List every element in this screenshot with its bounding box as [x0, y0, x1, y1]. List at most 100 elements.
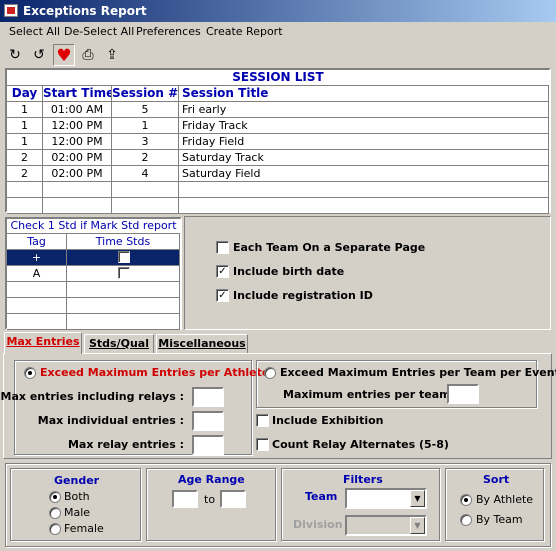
- incl-relays-label: Max entries including relays :: [0, 390, 184, 403]
- table-cell[interactable]: 01:00 AM: [43, 102, 112, 118]
- column-header: Session #: [112, 86, 179, 102]
- column-header: Session Title: [179, 86, 549, 102]
- individual-input[interactable]: [192, 411, 224, 431]
- gender-radio[interactable]: [49, 507, 61, 519]
- toolbar: ↻ ↺ ♥ ⎙ ⇪: [0, 43, 556, 67]
- table-cell[interactable]: 1: [7, 118, 43, 134]
- individual-label: Max individual entries :: [37, 414, 184, 427]
- empty-cell: [7, 282, 67, 298]
- table-cell[interactable]: 5: [112, 102, 179, 118]
- menu-deselect-all[interactable]: De-Select All: [64, 25, 134, 38]
- page-option-checkbox[interactable]: ✓: [216, 289, 229, 302]
- table-cell[interactable]: Saturday Field: [179, 166, 549, 182]
- time-std-cell[interactable]: [67, 266, 180, 282]
- title-bar: Exceptions Report: [0, 0, 556, 22]
- time-std-checkbox[interactable]: [118, 267, 130, 279]
- session-list-title: SESSION LIST: [7, 70, 549, 86]
- table-cell[interactable]: 12:00 PM: [43, 134, 112, 150]
- include-exhibition-checkbox[interactable]: [256, 414, 269, 427]
- window-title: Exceptions Report: [23, 4, 147, 18]
- tab-miscellaneous[interactable]: Miscellaneous: [156, 334, 248, 354]
- table-cell[interactable]: 4: [112, 166, 179, 182]
- column-header: Start Time: [43, 86, 112, 102]
- std-grid[interactable]: Check 1 Std if Mark Std report Tag Time S…: [5, 217, 182, 330]
- time-std-checkbox[interactable]: [118, 251, 130, 263]
- table-cell[interactable]: 1: [112, 118, 179, 134]
- table-cell[interactable]: Fri early: [179, 102, 549, 118]
- page-option-label: Each Team On a Separate Page: [233, 241, 426, 254]
- std-grid-title: Check 1 Std if Mark Std report: [7, 219, 180, 234]
- relay-input[interactable]: [192, 435, 224, 455]
- empty-cell: [67, 298, 180, 314]
- menu-preferences[interactable]: Preferences: [136, 25, 201, 38]
- gender-title: Gender: [54, 474, 100, 487]
- age-range-title: Age Range: [178, 473, 245, 486]
- printer-icon[interactable]: ⎙: [77, 44, 99, 66]
- gender-label: Female: [64, 522, 104, 535]
- empty-cell: [43, 198, 112, 214]
- chevron-down-icon: ▼: [410, 490, 425, 507]
- exceed-team-label: Exceed Maximum Entries per Team per Even…: [280, 366, 556, 379]
- exceed-athlete-radio[interactable]: [24, 367, 36, 379]
- count-relay-alternates-checkbox[interactable]: [256, 438, 269, 451]
- exceed-athlete-label: Exceed Maximum Entries per Athlete: [40, 366, 270, 379]
- per-team-input[interactable]: [447, 384, 479, 404]
- table-cell[interactable]: 1: [7, 102, 43, 118]
- empty-cell: [112, 198, 179, 214]
- age-from-input[interactable]: [172, 490, 198, 508]
- redo-icon[interactable]: ↻: [4, 44, 26, 66]
- table-cell[interactable]: 2: [112, 150, 179, 166]
- sort-label: By Athlete: [476, 493, 534, 506]
- empty-cell: [179, 198, 549, 214]
- table-cell[interactable]: 3: [112, 134, 179, 150]
- column-header: Time Stds: [67, 234, 180, 250]
- empty-cell: [7, 198, 43, 214]
- table-cell[interactable]: 2: [7, 150, 43, 166]
- team-filter-select[interactable]: ▼: [345, 488, 427, 509]
- page-option-checkbox[interactable]: [216, 241, 229, 254]
- empty-cell: [7, 298, 67, 314]
- incl-relays-input[interactable]: [192, 387, 224, 407]
- menu-select-all[interactable]: Select All: [9, 25, 60, 38]
- table-cell[interactable]: Friday Track: [179, 118, 549, 134]
- empty-cell: [179, 182, 549, 198]
- tag-cell[interactable]: +: [7, 250, 67, 266]
- empty-cell: [7, 314, 67, 330]
- empty-cell: [112, 182, 179, 198]
- sort-label: By Team: [476, 513, 523, 526]
- tab-max-entries[interactable]: Max Entries: [4, 332, 82, 354]
- tag-cell[interactable]: A: [7, 266, 67, 282]
- per-team-label: Maximum entries per team :: [283, 388, 459, 401]
- heart-icon[interactable]: ♥: [53, 44, 75, 66]
- age-to-label: to: [204, 493, 216, 506]
- table-cell[interactable]: Saturday Track: [179, 150, 549, 166]
- table-cell[interactable]: 1: [7, 134, 43, 150]
- column-header: Tag: [7, 234, 67, 250]
- table-cell[interactable]: 12:00 PM: [43, 118, 112, 134]
- sort-radio[interactable]: [460, 494, 472, 506]
- column-header: Day: [7, 86, 43, 102]
- exceed-team-radio[interactable]: [264, 367, 276, 379]
- options-panel: Each Team On a Separate Page ✓ Include bir…: [184, 216, 551, 330]
- division-filter-select[interactable]: ▼: [345, 515, 427, 536]
- session-list-grid[interactable]: SESSION LIST Day Start Time Session # Sessi…: [5, 68, 551, 214]
- include-exhibition-label: Include Exhibition: [272, 414, 384, 427]
- folder-up-icon[interactable]: ⇪: [101, 44, 123, 66]
- table-cell[interactable]: 02:00 PM: [43, 166, 112, 182]
- sort-radio[interactable]: [460, 514, 472, 526]
- menu-create-report[interactable]: Create Report: [206, 25, 283, 38]
- table-cell[interactable]: 2: [7, 166, 43, 182]
- gender-radio[interactable]: [49, 523, 61, 535]
- filters-title: Filters: [343, 473, 383, 486]
- table-cell[interactable]: Friday Field: [179, 134, 549, 150]
- table-cell[interactable]: 02:00 PM: [43, 150, 112, 166]
- empty-cell: [67, 314, 180, 330]
- age-to-input[interactable]: [220, 490, 246, 508]
- page-option-checkbox[interactable]: ✓: [216, 265, 229, 278]
- gender-radio[interactable]: [49, 491, 61, 503]
- page-option-label: Include registration ID: [233, 289, 373, 302]
- max-entries-panel: Exceed Maximum Entries per Athlete Max e…: [0, 353, 556, 459]
- time-std-cell[interactable]: [67, 250, 180, 266]
- tab-stds-qual[interactable]: Stds/Qual: [84, 334, 154, 354]
- undo-icon[interactable]: ↺: [28, 44, 50, 66]
